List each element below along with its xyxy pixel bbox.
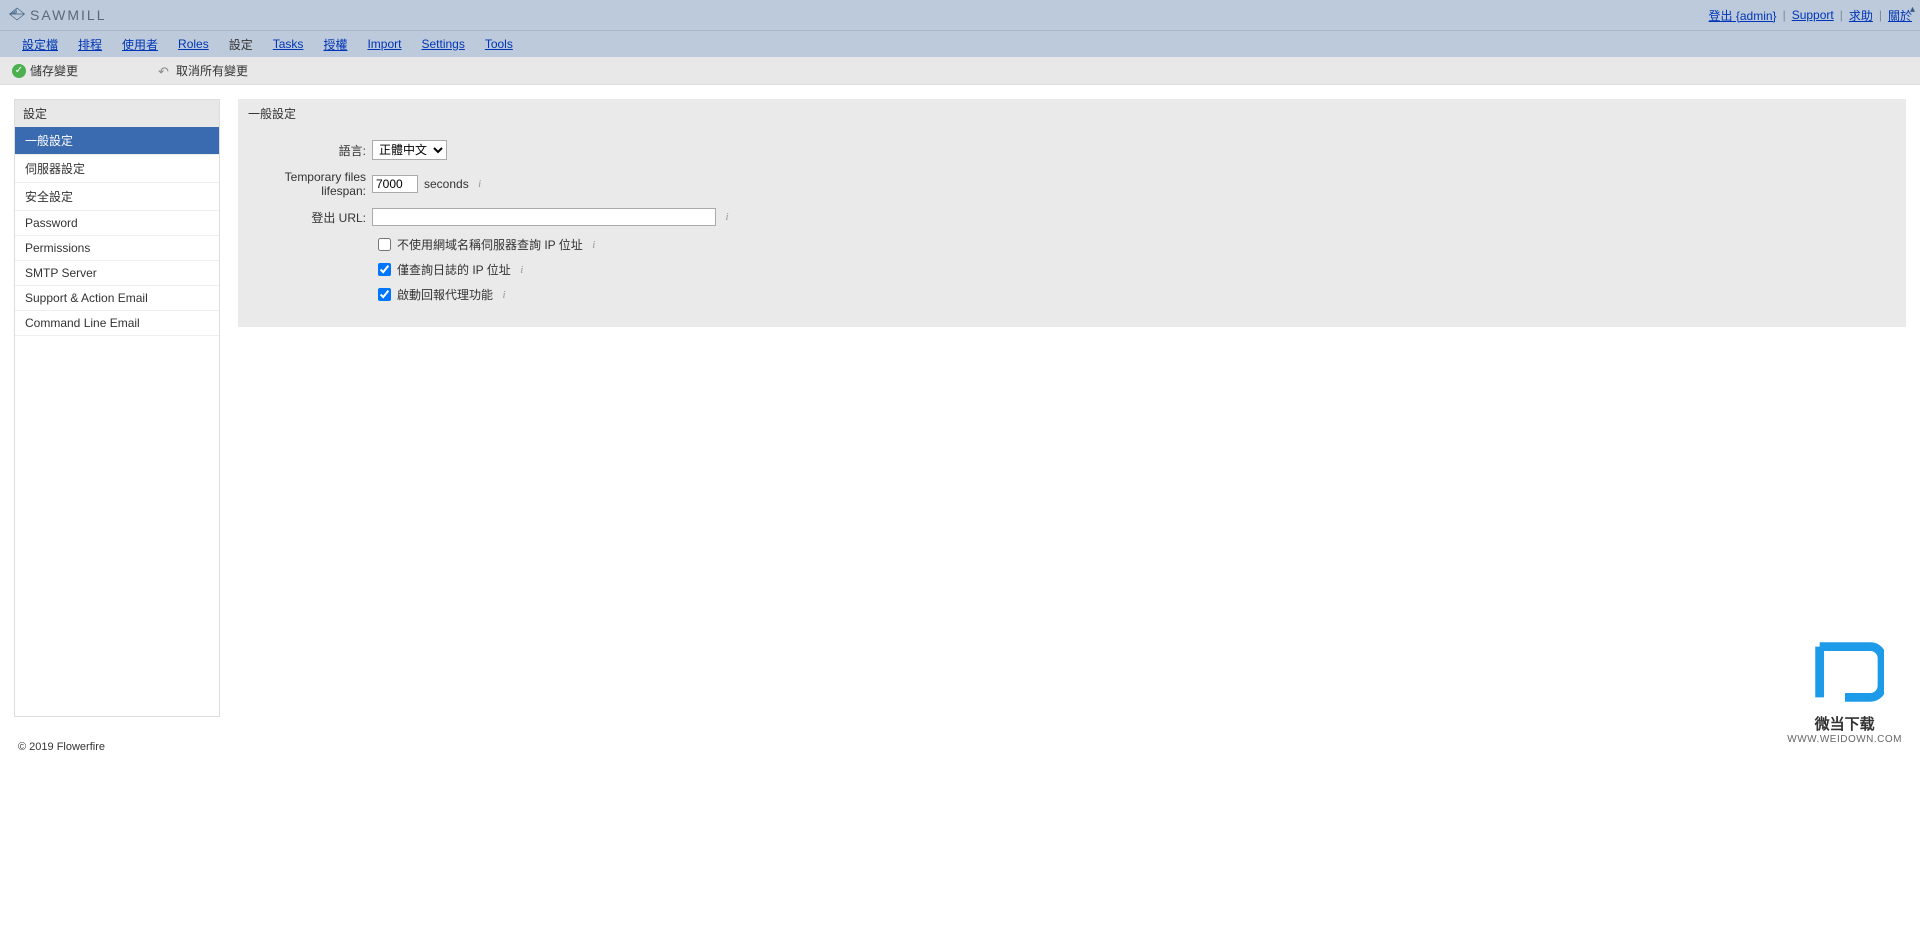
row-log-ip-only: 僅查詢日誌的 IP 位址 i (248, 261, 1896, 278)
report-agent-checkbox[interactable] (378, 288, 391, 301)
watermark-url: WWW.WEIDOWN.COM (1787, 734, 1902, 745)
nav-license[interactable]: 授權 (323, 36, 347, 53)
logo-icon (8, 5, 26, 26)
nav-tools[interactable]: Tools (485, 37, 513, 51)
logo-area: SAWMILL (8, 5, 107, 26)
nav-settings-en[interactable]: Settings (421, 37, 464, 51)
row-language: 語言: 正體中文 (248, 140, 1896, 160)
info-icon[interactable]: i (722, 211, 732, 223)
save-label: 儲存變更 (30, 62, 78, 79)
dns-lookup-label: 不使用網域名稱伺服器查詢 IP 位址 (397, 236, 583, 253)
about-link[interactable]: 關於 (1888, 7, 1912, 24)
undo-icon: ↶ (158, 64, 172, 78)
footer: © 2019 Flowerfire (0, 731, 1920, 763)
support-link[interactable]: Support (1792, 8, 1834, 22)
language-label: 語言: (248, 142, 372, 159)
info-icon[interactable]: i (499, 289, 509, 301)
nav-bar: 設定檔 排程 使用者 Roles 設定 Tasks 授權 Import Sett… (0, 30, 1920, 57)
sidebar-item-password[interactable]: Password (15, 211, 219, 236)
sidebar: 設定 一般設定 伺服器設定 安全設定 Password Permissions … (14, 99, 220, 717)
sidebar-item-general[interactable]: 一般設定 (15, 127, 219, 155)
cancel-label: 取消所有變更 (176, 62, 248, 79)
logout-url-label: 登出 URL: (248, 209, 372, 226)
logout-link[interactable]: 登出 {admin} (1709, 7, 1777, 24)
lifespan-label: Temporary files lifespan: (248, 170, 372, 198)
sidebar-header: 設定 (15, 100, 219, 127)
watermark: 微当下载 WWW.WEIDOWN.COM (1787, 636, 1902, 745)
header: SAWMILL 登出 {admin} | Support | 求助 | 關於 (0, 0, 1920, 30)
content: 設定 一般設定 伺服器設定 安全設定 Password Permissions … (0, 85, 1920, 731)
watermark-text: 微当下载 (1787, 713, 1902, 734)
header-links: 登出 {admin} | Support | 求助 | 關於 (1709, 7, 1912, 24)
nav-settings-active[interactable]: 設定 (229, 36, 253, 53)
main-panel: 一般設定 語言: 正體中文 Temporary files lifespan: … (238, 99, 1906, 327)
info-icon[interactable]: i (517, 264, 527, 276)
help-link[interactable]: 求助 (1849, 7, 1873, 24)
log-ip-only-checkbox[interactable] (378, 263, 391, 276)
cancel-button[interactable]: ↶ 取消所有變更 (158, 62, 248, 79)
lifespan-unit: seconds (424, 177, 469, 191)
lifespan-input[interactable] (372, 175, 418, 193)
check-icon: ✓ (12, 64, 26, 78)
copyright: © 2019 Flowerfire (18, 741, 105, 753)
nav-import[interactable]: Import (367, 37, 401, 51)
panel-body: 語言: 正體中文 Temporary files lifespan: secon… (238, 128, 1906, 327)
dns-lookup-checkbox[interactable] (378, 238, 391, 251)
sidebar-item-smtp[interactable]: SMTP Server (15, 261, 219, 286)
sidebar-item-permissions[interactable]: Permissions (15, 236, 219, 261)
save-button[interactable]: ✓ 儲存變更 (12, 62, 78, 79)
report-agent-label: 啟動回報代理功能 (397, 286, 493, 303)
separator: | (1783, 8, 1786, 22)
logout-url-input[interactable] (372, 208, 716, 226)
toolbar: ✓ 儲存變更 ↶ 取消所有變更 (0, 57, 1920, 85)
info-icon[interactable]: i (475, 178, 485, 190)
separator: | (1879, 8, 1882, 22)
back-to-top-icon[interactable]: ▴ (1910, 4, 1920, 14)
nav-roles[interactable]: Roles (178, 37, 209, 51)
sidebar-item-support-email[interactable]: Support & Action Email (15, 286, 219, 311)
logo-text: SAWMILL (30, 7, 107, 23)
info-icon[interactable]: i (589, 239, 599, 251)
row-lifespan: Temporary files lifespan: seconds i (248, 170, 1896, 198)
nav-users[interactable]: 使用者 (122, 36, 158, 53)
log-ip-only-label: 僅查詢日誌的 IP 位址 (397, 261, 511, 278)
nav-tasks[interactable]: Tasks (273, 37, 304, 51)
nav-profile[interactable]: 設定檔 (22, 36, 58, 53)
row-dns-lookup: 不使用網域名稱伺服器查詢 IP 位址 i (248, 236, 1896, 253)
nav-schedule[interactable]: 排程 (78, 36, 102, 53)
row-logout-url: 登出 URL: i (248, 208, 1896, 226)
sidebar-item-server[interactable]: 伺服器設定 (15, 155, 219, 183)
panel-title: 一般設定 (238, 99, 1906, 128)
row-report-agent: 啟動回報代理功能 i (248, 286, 1896, 303)
sidebar-item-cli-email[interactable]: Command Line Email (15, 311, 219, 336)
watermark-logo-icon (1806, 636, 1884, 708)
language-select[interactable]: 正體中文 (372, 140, 447, 160)
sidebar-item-security[interactable]: 安全設定 (15, 183, 219, 211)
separator: | (1840, 8, 1843, 22)
